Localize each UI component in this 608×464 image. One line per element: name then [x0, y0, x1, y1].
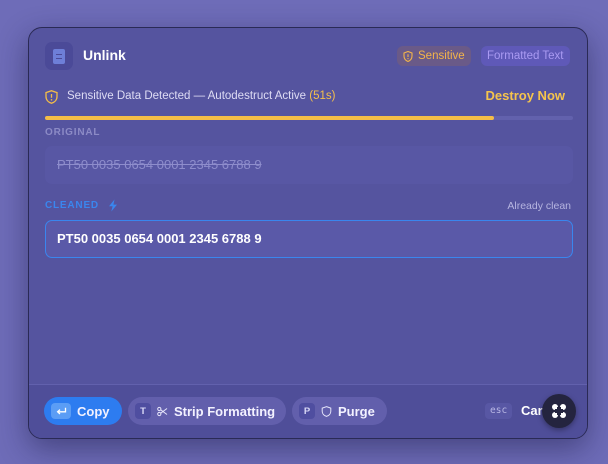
copy-button[interactable]: Copy	[44, 397, 122, 425]
clean-status: Already clean	[507, 200, 571, 212]
autodestruct-alert: Sensitive Data Detected — Autodestruct A…	[45, 88, 573, 108]
sensitive-badge: Sensitive	[397, 46, 471, 66]
copy-label: Copy	[77, 403, 110, 419]
strip-formatting-button[interactable]: T Strip Formatting	[128, 397, 286, 425]
original-value: PT50 0035 0654 0001 2345 6788 9	[57, 157, 262, 172]
action-bar: Copy T Strip Formatting P Purge esc Canc…	[29, 384, 587, 438]
sensitive-badge-label: Sensitive	[418, 50, 465, 62]
app-title: Unlink	[83, 47, 126, 63]
formatted-badge-label: Formatted Text	[487, 50, 564, 62]
cleaned-value: PT50 0035 0654 0001 2345 6788 9	[57, 231, 262, 246]
unlink-window: Unlink Sensitive Formatted Text Sensitiv…	[28, 27, 588, 439]
cleaned-label: CLEANED	[45, 200, 99, 211]
autodestruct-progress	[45, 116, 573, 120]
cleaned-label-row: CLEANED	[45, 199, 119, 212]
strip-shortcut-key: T	[135, 403, 151, 419]
warning-shield-icon	[45, 90, 58, 104]
shield-icon	[321, 405, 332, 417]
esc-shortcut-key: esc	[485, 403, 513, 419]
bolt-icon	[108, 199, 117, 212]
original-label: ORIGINAL	[45, 127, 101, 138]
move-handle-button[interactable]	[542, 394, 576, 428]
strip-formatting-label: Strip Formatting	[174, 403, 276, 419]
autodestruct-progress-fill	[45, 116, 494, 120]
purge-button[interactable]: P Purge	[292, 397, 387, 425]
countdown: (51s)	[309, 90, 336, 102]
original-field: PT50 0035 0654 0001 2345 6788 9	[45, 146, 573, 184]
alert-message: Sensitive Data Detected — Autodestruct A…	[67, 90, 335, 102]
document-icon	[45, 42, 73, 70]
scissors-icon	[157, 406, 168, 416]
move-icon	[552, 404, 566, 418]
cleaned-field[interactable]: PT50 0035 0654 0001 2345 6788 9	[45, 220, 573, 258]
enter-key-icon	[51, 403, 71, 419]
purge-shortcut-key: P	[299, 403, 315, 419]
destroy-now-button[interactable]: Destroy Now	[486, 88, 565, 103]
purge-label: Purge	[338, 403, 375, 419]
alert-message-text: Sensitive Data Detected — Autodestruct A…	[67, 90, 307, 102]
shield-icon	[403, 50, 413, 62]
formatted-text-badge: Formatted Text	[481, 46, 570, 66]
header: Unlink Sensitive Formatted Text	[29, 28, 587, 84]
